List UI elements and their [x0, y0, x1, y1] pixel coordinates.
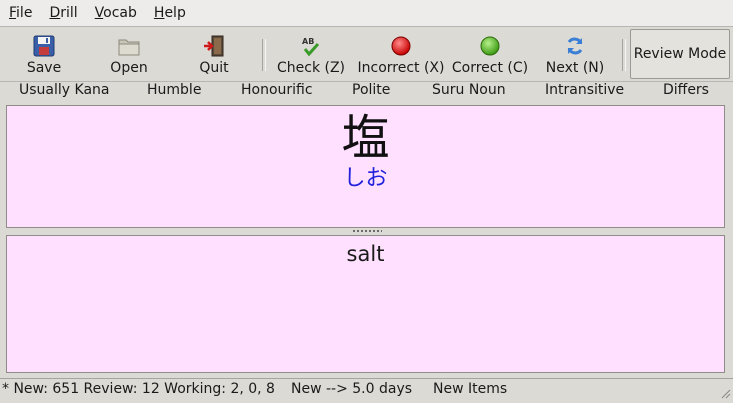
- open-button[interactable]: Open: [99, 27, 159, 81]
- next-button[interactable]: Next (N): [543, 27, 607, 81]
- tag-polite: Polite: [352, 82, 391, 98]
- red-circle-icon: [389, 34, 413, 58]
- tag-honourific: Honourific: [241, 82, 313, 98]
- menu-drill[interactable]: Drill: [40, 5, 85, 21]
- tag-bar: Usually Kana Humble Honourific Polite Su…: [0, 82, 733, 102]
- svg-text:AB: AB: [302, 37, 314, 46]
- question-pane: 塩 しお: [6, 105, 725, 228]
- pane-splitter-handle[interactable]: [352, 229, 382, 233]
- green-circle-icon: [478, 34, 502, 58]
- tag-suru-noun: Suru Noun: [432, 82, 506, 98]
- answer-pane: salt: [6, 235, 725, 373]
- folder-icon: [117, 34, 141, 58]
- tag-differs: Differs: [663, 82, 709, 98]
- menu-file[interactable]: File: [0, 5, 40, 21]
- toolbar: Save Open Quit AB Check (Z) Incorrect (X…: [0, 27, 733, 82]
- status-bar: * New: 651 Review: 12 Working: 2, 0, 8 N…: [0, 378, 733, 401]
- floppy-disk-icon: [32, 34, 56, 58]
- status-counts: * New: 651 Review: 12 Working: 2, 0, 8: [2, 381, 275, 397]
- review-mode-button[interactable]: Review Mode: [630, 29, 730, 79]
- spellcheck-icon: AB: [299, 34, 323, 58]
- kanji-text: 塩: [341, 110, 390, 166]
- refresh-icon: [563, 34, 587, 58]
- tag-usually-kana: Usually Kana: [19, 82, 110, 98]
- menu-bar: File Drill Vocab Help: [0, 0, 733, 27]
- meaning-text: salt: [346, 242, 385, 266]
- menu-vocab[interactable]: Vocab: [86, 5, 145, 21]
- check-button[interactable]: AB Check (Z): [273, 27, 349, 81]
- toolbar-separator: [262, 39, 266, 71]
- toolbar-separator: [622, 39, 626, 71]
- window-resize-grip[interactable]: [719, 387, 731, 399]
- status-interval: New --> 5.0 days: [291, 381, 413, 397]
- correct-button[interactable]: Correct (C): [450, 27, 530, 81]
- exit-door-icon: [202, 34, 226, 58]
- tag-humble: Humble: [147, 82, 202, 98]
- incorrect-button[interactable]: Incorrect (X): [355, 27, 447, 81]
- quit-button[interactable]: Quit: [184, 27, 244, 81]
- tag-intransitive: Intransitive: [545, 82, 625, 98]
- save-button[interactable]: Save: [14, 27, 74, 81]
- reading-text: しお: [343, 166, 388, 191]
- menu-help[interactable]: Help: [145, 5, 194, 21]
- status-mode: New Items: [433, 381, 508, 397]
